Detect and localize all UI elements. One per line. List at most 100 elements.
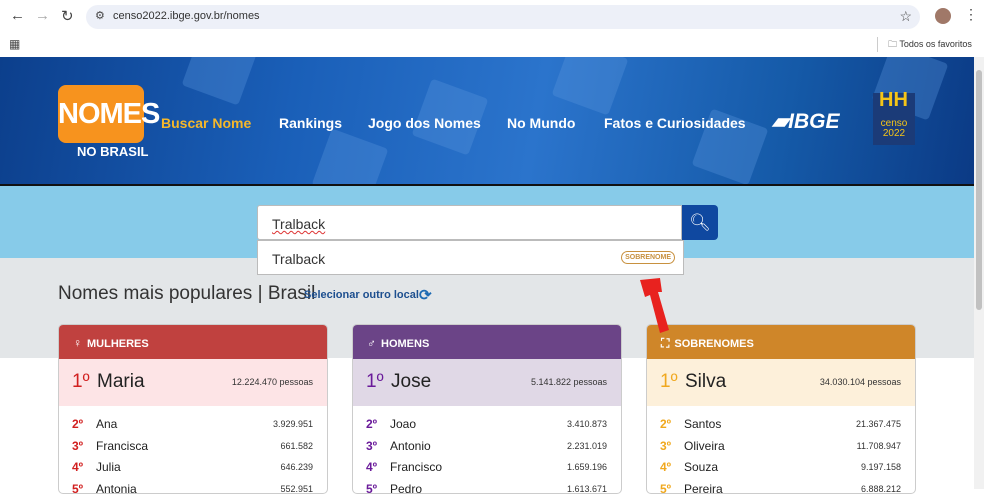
count: 3.410.873	[567, 419, 607, 429]
rank: 4º	[366, 460, 377, 474]
ranking-row[interactable]: 3º Antonio 2.231.019	[353, 439, 621, 459]
all-bookmarks-label: Todos os favoritos	[899, 39, 972, 49]
name: Pereira	[684, 482, 723, 494]
name: Francisco	[390, 460, 442, 474]
search-input-value: Tralback	[272, 216, 325, 232]
name: Francisca	[96, 439, 148, 453]
name: Ana	[96, 417, 117, 431]
ranking-card-surnames: ⛶SOBRENOMES 1º Silva 34.030.104 pessoas …	[646, 324, 916, 494]
rank: 4º	[660, 460, 671, 474]
back-icon[interactable]: ←	[10, 7, 25, 24]
red-arrow-annotation	[640, 278, 670, 333]
ibge-logo[interactable]: ▰IBGE	[772, 109, 840, 134]
site-info-icon[interactable]: ⚙	[95, 9, 105, 22]
nav-no-mundo[interactable]: No Mundo	[507, 115, 575, 131]
name-search-input[interactable]: Tralback	[257, 205, 682, 240]
all-bookmarks-folder[interactable]: 🗀 Todos os favoritos	[888, 37, 972, 53]
name: Souza	[684, 460, 718, 474]
refresh-icon[interactable]: ⟳	[419, 286, 432, 304]
nav-buscar-nome[interactable]: Buscar Nome	[161, 115, 251, 131]
name: Joao	[390, 417, 416, 431]
name: Silva	[685, 371, 726, 393]
rank: 5º	[72, 482, 83, 494]
rank: 3º	[72, 439, 83, 453]
ranking-card-women: ♀ MULHERES 1º Maria 12.224.470 pessoas 2º…	[58, 324, 328, 494]
card-title: MULHERES	[87, 338, 149, 350]
ranking-row[interactable]: 2º Santos 21.367.475	[647, 417, 915, 437]
count: 21.367.475	[856, 419, 901, 429]
nomes-logo[interactable]: NOMES	[58, 85, 144, 143]
top-ranked-name[interactable]: 1º Maria 12.224.470 pessoas	[59, 359, 327, 406]
card-header: ⛶SOBRENOMES	[647, 325, 915, 359]
name: Antonio	[390, 439, 431, 453]
name: Antonia	[96, 482, 137, 494]
nav-jogo-dos-nomes[interactable]: Jogo dos Nomes	[368, 115, 481, 131]
divider	[877, 37, 878, 52]
name: Santos	[684, 417, 721, 431]
rank: 2º	[660, 417, 671, 431]
address-bar[interactable]: ⚙ censo2022.ibge.gov.br/nomes ☆	[86, 5, 920, 29]
count: 2.231.019	[567, 441, 607, 451]
rank: 2º	[366, 417, 377, 431]
count: 34.030.104 pessoas	[820, 377, 901, 387]
select-location-link[interactable]: Selecionar outro local	[304, 289, 419, 301]
surnames-icon: ⛶	[661, 336, 669, 350]
ranking-row[interactable]: 3º Oliveira 11.708.947	[647, 439, 915, 459]
ranking-row[interactable]: 4º Souza 9.197.158	[647, 460, 915, 480]
ranking-row[interactable]: 5º Pereira 6.888.212	[647, 482, 915, 494]
card-header: ♂HOMENS	[353, 325, 621, 359]
ranking-row[interactable]: 5º Pedro 1.613.671	[353, 482, 621, 494]
profile-avatar[interactable]	[935, 8, 951, 24]
bookmarks-bar: ▦ 🗀 Todos os favoritos	[0, 32, 984, 57]
autocomplete-suggestion[interactable]: Tralback SOBRENOME	[257, 240, 684, 275]
popular-names-title: Nomes mais populares | Brasil	[58, 283, 315, 305]
count: 661.582	[280, 441, 313, 451]
name: Maria	[97, 371, 145, 393]
search-button[interactable]: 🔍︎	[682, 205, 718, 240]
men-icon: ♂	[367, 336, 376, 350]
count: 3.929.951	[273, 419, 313, 429]
count: 646.239	[280, 462, 313, 472]
censo-2022-logo[interactable]: HHcenso2022	[873, 93, 915, 145]
women-icon: ♀	[73, 336, 82, 350]
scrollbar-thumb[interactable]	[976, 70, 982, 310]
nav-rankings[interactable]: Rankings	[279, 115, 342, 131]
rank: 3º	[660, 439, 671, 453]
rank: 1º	[660, 371, 678, 393]
site-header: NOMES NO BRASIL Buscar Nome Rankings Jog…	[0, 57, 974, 186]
nomes-logo-subtitle: NO BRASIL	[77, 144, 149, 159]
top-ranked-name[interactable]: 1º Jose 5.141.822 pessoas	[353, 359, 621, 406]
name: Pedro	[390, 482, 422, 494]
apps-icon[interactable]: ▦	[9, 37, 20, 51]
url-text[interactable]: censo2022.ibge.gov.br/nomes	[113, 10, 260, 22]
top-ranked-name[interactable]: 1º Silva 34.030.104 pessoas	[647, 359, 915, 406]
browser-toolbar: ← → ↻ ⚙ censo2022.ibge.gov.br/nomes ☆ ⋮	[0, 0, 984, 32]
rank: 1º	[72, 371, 90, 393]
ranking-row[interactable]: 3º Francisca 661.582	[59, 439, 327, 459]
ranking-row[interactable]: 2º Joao 3.410.873	[353, 417, 621, 437]
ibge-logo-text: IBGE	[788, 110, 839, 133]
bookmark-star-icon[interactable]: ☆	[899, 8, 912, 25]
forward-icon[interactable]: →	[35, 7, 50, 24]
ranking-row[interactable]: 4º Julia 646.239	[59, 460, 327, 480]
ranking-card-men: ♂HOMENS 1º Jose 5.141.822 pessoas 2º Joa…	[352, 324, 622, 494]
censo-year: 2022	[883, 128, 905, 139]
count: 1.659.196	[567, 462, 607, 472]
search-icon: 🔍︎	[689, 213, 711, 232]
browser-menu-icon[interactable]: ⋮	[964, 6, 978, 23]
suggestion-text: Tralback	[272, 251, 325, 267]
ranking-row[interactable]: 2º Ana 3.929.951	[59, 417, 327, 437]
rank: 1º	[366, 371, 384, 393]
ranking-row[interactable]: 4º Francisco 1.659.196	[353, 460, 621, 480]
reload-icon[interactable]: ↻	[61, 7, 74, 25]
card-header: ♀ MULHERES	[59, 325, 327, 359]
rank: 5º	[366, 482, 377, 494]
rank: 4º	[72, 460, 83, 474]
ranking-row[interactable]: 5º Antonia 552.951	[59, 482, 327, 494]
rank: 2º	[72, 417, 83, 431]
count: 5.141.822 pessoas	[531, 377, 607, 387]
nav-fatos-curiosidades[interactable]: Fatos e Curiosidades	[604, 115, 746, 131]
name: Jose	[391, 371, 431, 393]
rank: 5º	[660, 482, 671, 494]
popular-title-text: Nomes mais populares |	[58, 283, 268, 304]
